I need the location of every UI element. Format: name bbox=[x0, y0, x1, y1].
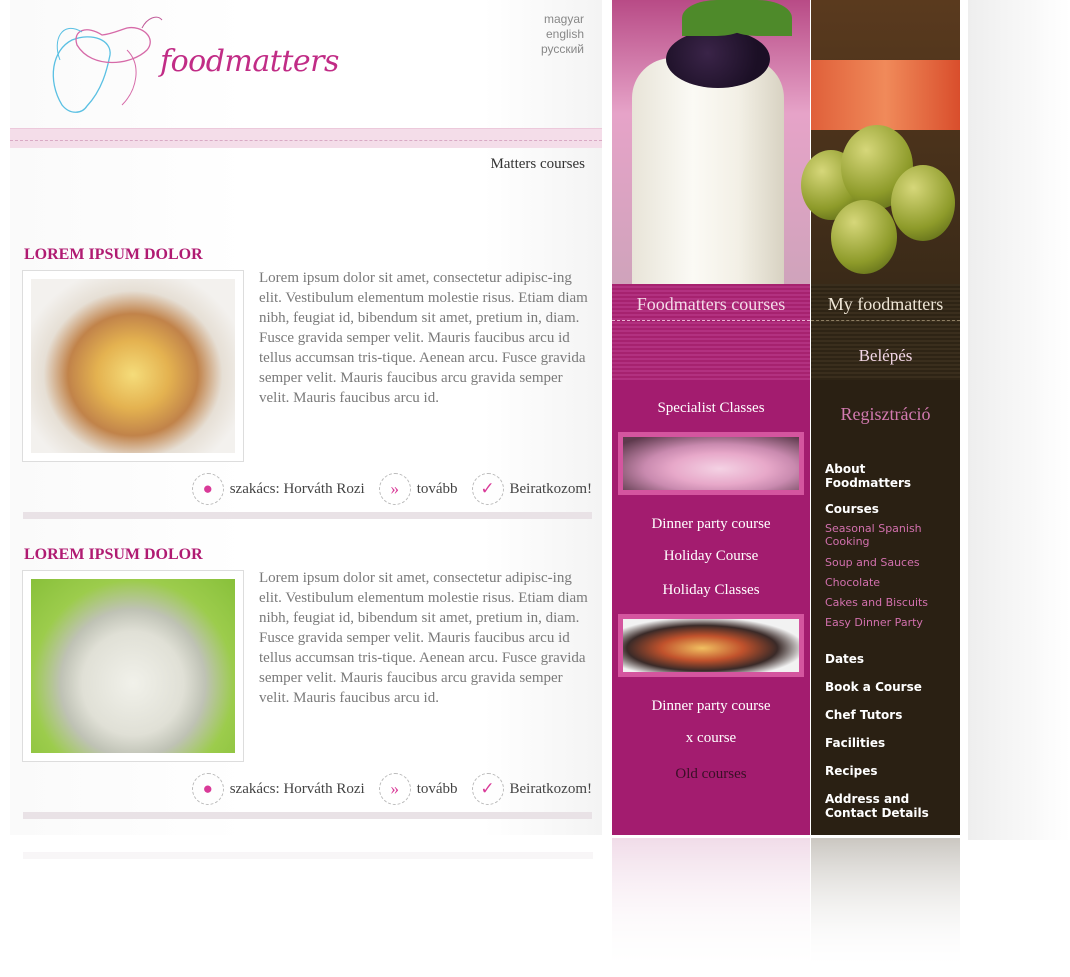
tab-label: Foodmatters courses bbox=[636, 294, 786, 314]
chef-name: szakács: Horváth Rozi bbox=[229, 780, 365, 797]
checkmark-icon: ✓ bbox=[471, 773, 504, 805]
article-card: LOREM IPSUM DOLOR Lorem ipsum dolor sit … bbox=[22, 546, 592, 826]
enroll-label: Beiratkozom! bbox=[509, 780, 592, 797]
tab-label: My foodmatters bbox=[827, 294, 944, 314]
enroll-link[interactable]: ✓ Beiratkozom! bbox=[471, 473, 592, 505]
article-title: LOREM IPSUM DOLOR bbox=[24, 546, 203, 563]
olive-image bbox=[891, 165, 955, 241]
divider bbox=[23, 812, 592, 819]
article-actions: ● szakács: Horváth Rozi » tovább ✓ Beira… bbox=[191, 772, 592, 806]
double-chevron-icon: » bbox=[378, 473, 411, 505]
chef-link[interactable]: ● szakács: Horváth Rozi bbox=[191, 773, 365, 805]
chef-name: szakács: Horváth Rozi bbox=[229, 480, 365, 497]
olives-photo bbox=[801, 0, 960, 284]
logo-text: foodmatters bbox=[160, 44, 339, 79]
lang-russian[interactable]: русский bbox=[541, 42, 584, 57]
login-link[interactable]: Belépés bbox=[811, 346, 960, 366]
course-link[interactable]: Dinner party course bbox=[612, 516, 810, 533]
olive-image bbox=[831, 200, 897, 274]
nav-book[interactable]: Book a Course bbox=[825, 680, 922, 694]
chef-hat-icon: ● bbox=[191, 773, 224, 805]
nav-subitem[interactable]: Easy Dinner Party bbox=[825, 616, 923, 629]
course-link[interactable]: Specialist Classes bbox=[612, 400, 810, 417]
divider bbox=[23, 512, 592, 519]
article-image[interactable] bbox=[22, 570, 244, 762]
article-text: Lorem ipsum dolor sit amet, consectetur … bbox=[259, 270, 588, 406]
enroll-link[interactable]: ✓ Beiratkozom! bbox=[471, 773, 592, 805]
courses-column: Foodmatters courses Specialist Classes D… bbox=[612, 0, 810, 835]
tab-my-foodmatters[interactable]: My foodmatters Belépés bbox=[811, 284, 960, 380]
lang-english[interactable]: english bbox=[541, 27, 584, 42]
course-link[interactable]: Dinner party course bbox=[612, 698, 810, 715]
mint-leaf bbox=[722, 0, 792, 36]
mussels-thumbnail[interactable] bbox=[618, 614, 804, 677]
nav-facilities[interactable]: Facilities bbox=[825, 736, 885, 750]
more-link[interactable]: » tovább bbox=[378, 773, 458, 805]
account-column: My foodmatters Belépés Regisztráció Abou… bbox=[801, 0, 960, 835]
dessert-photo bbox=[612, 0, 810, 284]
logo[interactable]: foodmatters bbox=[32, 10, 339, 122]
panna-cotta-image bbox=[632, 58, 784, 284]
nav-subitem[interactable]: Cakes and Biscuits bbox=[825, 596, 928, 609]
language-switcher: magyar english русский bbox=[541, 12, 584, 57]
article-image[interactable] bbox=[22, 270, 244, 462]
double-chevron-icon: » bbox=[378, 773, 411, 805]
enroll-label: Beiratkozom! bbox=[509, 480, 592, 497]
article-text: Lorem ipsum dolor sit amet, consectetur … bbox=[259, 570, 588, 706]
blueberry-topping bbox=[666, 30, 770, 88]
nav-dates[interactable]: Dates bbox=[825, 652, 864, 666]
page-shadow bbox=[968, 0, 1070, 840]
main-panel: foodmatters magyar english русский Matte… bbox=[10, 0, 602, 835]
more-label: tovább bbox=[416, 780, 458, 797]
nav-subitem[interactable]: Soup and Sauces bbox=[825, 556, 920, 569]
course-link[interactable]: Holiday Course bbox=[612, 548, 810, 565]
mortar-pestle-image bbox=[31, 579, 235, 753]
section-title: Matters courses bbox=[490, 156, 585, 172]
salmon-image bbox=[811, 60, 960, 130]
nav-contact[interactable]: Address and Contact Details bbox=[825, 792, 935, 820]
article-actions: ● szakács: Horváth Rozi » tovább ✓ Beira… bbox=[191, 472, 592, 506]
lang-magyar[interactable]: magyar bbox=[541, 12, 584, 27]
chef-hat-icon: ● bbox=[191, 473, 224, 505]
article-card: LOREM IPSUM DOLOR Lorem ipsum dolor sit … bbox=[22, 246, 592, 526]
tab-foodmatters-courses[interactable]: Foodmatters courses bbox=[612, 284, 810, 380]
course-link[interactable]: Holiday Classes bbox=[612, 582, 810, 599]
nav-recipes[interactable]: Recipes bbox=[825, 764, 877, 778]
nav-subitem[interactable]: Chocolate bbox=[825, 576, 880, 589]
dessert-thumbnail[interactable] bbox=[618, 432, 804, 495]
more-link[interactable]: » tovább bbox=[378, 473, 458, 505]
header-band bbox=[10, 128, 602, 148]
nav-courses[interactable]: Courses bbox=[825, 502, 879, 516]
course-link[interactable]: x course bbox=[612, 730, 810, 747]
chef-link[interactable]: ● szakács: Horváth Rozi bbox=[191, 473, 365, 505]
old-courses-link[interactable]: Old courses bbox=[612, 766, 810, 783]
nav-tutors[interactable]: Chef Tutors bbox=[825, 708, 902, 722]
nav-about[interactable]: About Foodmatters bbox=[825, 462, 935, 490]
baked-potato-image bbox=[31, 279, 235, 453]
reflection-fade bbox=[10, 838, 970, 977]
nav-subitem[interactable]: Seasonal Spanish Cooking bbox=[825, 522, 935, 548]
checkmark-icon: ✓ bbox=[471, 473, 504, 505]
page-reflection bbox=[10, 838, 970, 977]
article-title: LOREM IPSUM DOLOR bbox=[24, 246, 203, 263]
more-label: tovább bbox=[416, 480, 458, 497]
register-link[interactable]: Regisztráció bbox=[811, 404, 960, 425]
